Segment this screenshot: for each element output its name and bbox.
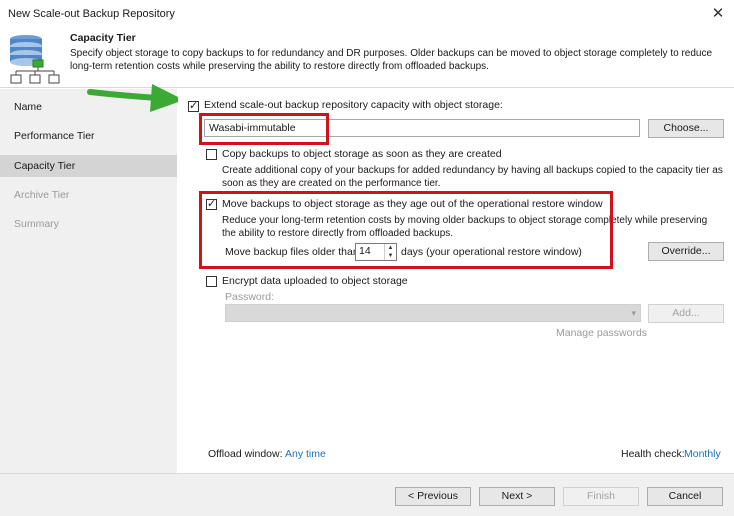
offload-window-link[interactable]: Any time [285, 448, 326, 460]
extend-checkbox[interactable] [188, 99, 199, 112]
step-performance-tier[interactable]: Performance Tier [0, 125, 177, 147]
wizard-steps: Name Performance Tier Capacity Tier Arch… [0, 89, 177, 473]
step-summary: Summary [14, 218, 59, 230]
encrypt-checkbox[interactable] [206, 276, 217, 287]
copy-checkbox[interactable] [206, 149, 217, 160]
highlight-move-section [199, 191, 613, 269]
window-title: New Scale-out Backup Repository [8, 8, 175, 20]
database-tree-icon [10, 35, 60, 84]
copy-label: Copy backups to object storage as soon a… [222, 148, 502, 160]
encrypt-label: Encrypt data uploaded to object storage [222, 275, 408, 287]
highlight-repository [199, 113, 329, 145]
password-select: ▾ [225, 304, 641, 322]
wizard-footer: < Previous Next > Finish Cancel [0, 473, 734, 516]
extend-label: Extend scale-out backup repository capac… [204, 99, 503, 111]
capacity-tier-panel: Extend scale-out backup repository capac… [178, 89, 734, 473]
copy-description: Create additional copy of your backups f… [222, 165, 723, 189]
health-check-link[interactable]: Monthly [684, 448, 721, 460]
finish-button: Finish [563, 487, 639, 506]
offload-window-label: Offload window: [208, 448, 283, 460]
manage-passwords-link: Manage passwords [556, 327, 648, 339]
add-password-button: Add... [648, 304, 724, 323]
step-capacity-tier[interactable]: Capacity Tier [0, 155, 177, 177]
password-label: Password: [225, 291, 275, 303]
cancel-button[interactable]: Cancel [647, 487, 723, 506]
page-title: Capacity Tier [70, 32, 136, 44]
next-button[interactable]: Next > [479, 487, 555, 506]
choose-button[interactable]: Choose... [648, 119, 724, 138]
close-icon[interactable]: ✕ [708, 4, 728, 24]
previous-button[interactable]: < Previous [395, 487, 471, 506]
override-button[interactable]: Override... [648, 242, 724, 261]
health-check-label: Health check: [621, 448, 685, 460]
step-archive-tier: Archive Tier [14, 189, 70, 201]
chevron-down-icon: ▾ [631, 308, 636, 318]
page-description: Specify object storage to copy backups t… [70, 48, 713, 72]
window-titlebar: New Scale-out Backup Repository ✕ [0, 0, 734, 28]
green-arrow-icon [87, 84, 184, 112]
